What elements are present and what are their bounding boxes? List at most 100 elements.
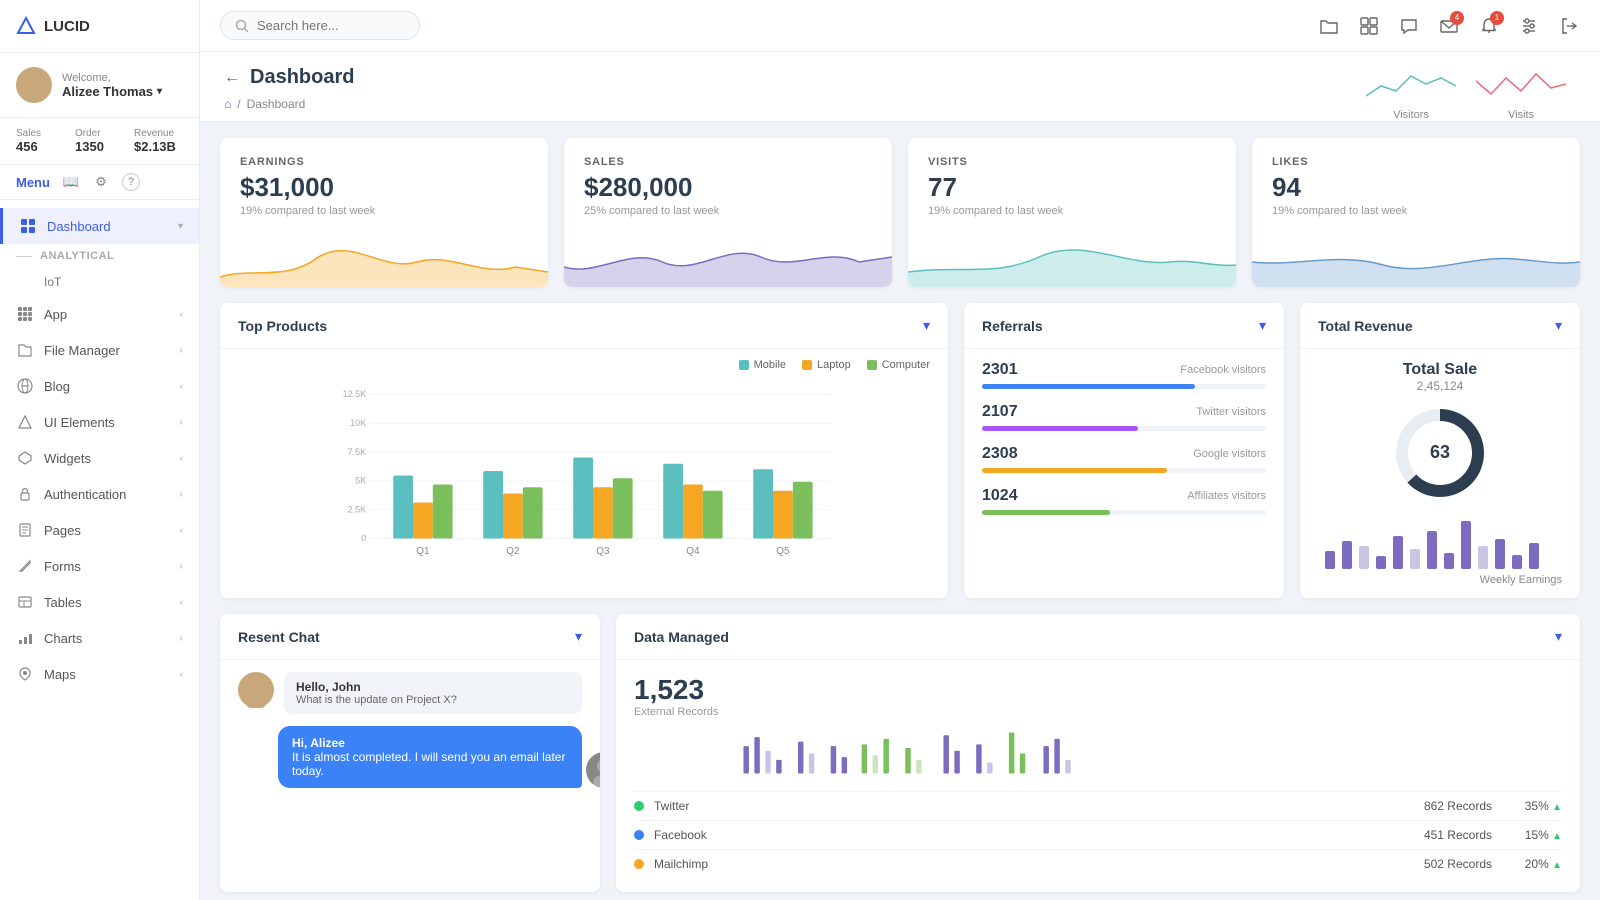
bar-chart-svg: 12.5K 10K 7.5K 5K 2.5K 0 <box>238 381 930 561</box>
chat-outgoing-bubble: Hi, Alizee It is almost completed. I wil… <box>278 726 582 788</box>
dm-count: 1,523 <box>634 674 1562 706</box>
search-box[interactable] <box>220 11 420 40</box>
referrals-header: Referrals ▾ <box>964 303 1284 349</box>
data-managed-dropdown[interactable]: ▾ <box>1555 628 1562 645</box>
referral-list: 2301 Facebook visitors 2107 Twitter visi… <box>964 349 1284 527</box>
search-input[interactable] <box>257 18 397 33</box>
user-section: Welcome, Alizee Thomas ▾ <box>0 53 199 118</box>
kpi-earnings-value: $31,000 <box>240 172 528 203</box>
bell-icon[interactable]: 1 <box>1478 15 1500 37</box>
logo: LUCID <box>0 0 199 53</box>
sidebar-item-app[interactable]: App ‹ <box>0 296 199 332</box>
total-revenue-dropdown[interactable]: ▾ <box>1555 317 1562 334</box>
dm-dot-facebook <box>634 830 644 840</box>
nav-section-analytical: Analytical <box>0 244 199 268</box>
sidebar-item-file-manager[interactable]: File Manager ‹ <box>0 332 199 368</box>
svg-text:Q5: Q5 <box>776 546 790 557</box>
sidebar-item-ui-elements[interactable]: UI Elements ‹ <box>0 404 199 440</box>
data-managed-card: Data Managed ▾ 1,523 External Records <box>616 614 1580 892</box>
chat-outgoing-section: Hi, Alizee It is almost completed. I wil… <box>220 726 600 792</box>
kpi-likes-value: 94 <box>1272 172 1560 203</box>
kpi-sales-value: $280,000 <box>584 172 872 203</box>
back-button[interactable]: ← <box>224 69 240 87</box>
chat-icon[interactable] <box>1398 15 1420 37</box>
sidebar-nav: Dashboard ▾ Analytical IoT App ‹ <box>0 200 199 900</box>
data-managed-header: Data Managed ▾ <box>616 614 1580 660</box>
folder-icon[interactable] <box>1318 15 1340 37</box>
total-revenue-header: Total Revenue ▾ <box>1300 303 1580 349</box>
svg-text:10K: 10K <box>350 418 366 428</box>
pages-icon <box>16 521 34 539</box>
data-managed-title: Data Managed <box>634 629 729 645</box>
settings-icon[interactable]: ⚙ <box>92 173 110 191</box>
svg-text:Q2: Q2 <box>506 546 519 557</box>
help-icon[interactable]: ? <box>122 173 140 191</box>
dm-row-mailchimp: Mailchimp 502 Records 20% ▲ <box>634 849 1562 878</box>
menu-tab[interactable]: Menu <box>16 175 50 190</box>
dm-row-facebook: Facebook 451 Records 15% ▲ <box>634 820 1562 849</box>
sidebar-item-blog[interactable]: Blog ‹ <box>0 368 199 404</box>
referrals-card: Referrals ▾ 2301 Facebook visitors <box>964 303 1284 598</box>
stat-sales: Sales 456 <box>16 128 65 154</box>
total-revenue-title: Total Revenue <box>1318 318 1413 334</box>
sidebar-item-pages[interactable]: Pages ‹ <box>0 512 199 548</box>
dm-dot-mailchimp <box>634 859 644 869</box>
sidebar: LUCID Welcome, Alizee Thomas ▾ Sales 456… <box>0 0 200 900</box>
donut-chart: 63 <box>1318 403 1562 503</box>
svg-text:7.5K: 7.5K <box>348 447 367 457</box>
sidebar-item-tables[interactable]: Tables ‹ <box>0 584 199 620</box>
legend-computer: Computer <box>867 359 930 371</box>
sidebar-item-dashboard[interactable]: Dashboard ▾ <box>0 208 199 244</box>
logout-icon[interactable] <box>1558 15 1580 37</box>
sidebar-item-maps[interactable]: Maps ‹ <box>0 656 199 692</box>
row3: Resent Chat ▾ Hello, John What is the up… <box>220 614 1580 892</box>
chat-incoming-avatar <box>238 672 274 708</box>
kpi-earnings-sub: 19% compared to last week <box>240 205 528 217</box>
kpi-visits: VISITS 77 19% compared to last week <box>908 138 1236 287</box>
sidebar-menu-tabs: Menu 📖 ⚙ ? <box>0 165 199 200</box>
dm-label: External Records <box>634 706 1562 718</box>
stats-row: Sales 456 Order 1350 Revenue $2.13B <box>0 118 199 165</box>
top-products-title: Top Products <box>238 318 327 334</box>
search-icon <box>235 19 249 33</box>
kpi-sales-chart <box>564 227 892 287</box>
bar-legend: Mobile Laptop Computer <box>238 359 930 371</box>
logo-icon <box>16 16 36 36</box>
dashboard-icon <box>19 217 37 235</box>
weekly-earnings-label: Weekly Earnings <box>1318 574 1562 586</box>
user-welcome: Welcome, <box>62 72 162 84</box>
kpi-likes: LIKES 94 19% compared to last week <box>1252 138 1580 287</box>
email-icon[interactable]: 4 <box>1438 15 1460 37</box>
referral-facebook: 2301 Facebook visitors <box>982 361 1266 389</box>
weekly-earnings-chart <box>1318 511 1562 571</box>
referral-twitter: 2107 Twitter visitors <box>982 403 1266 431</box>
top-products-dropdown[interactable]: ▾ <box>923 317 930 334</box>
svg-text:5K: 5K <box>355 476 366 486</box>
forms-icon <box>16 557 34 575</box>
svg-text:Q1: Q1 <box>416 546 430 557</box>
sidebar-item-authentication[interactable]: Authentication ‹ <box>0 476 199 512</box>
topbar: 4 1 <box>200 0 1600 52</box>
grid-icon[interactable] <box>1358 15 1380 37</box>
sidebar-item-charts[interactable]: Charts ‹ <box>0 620 199 656</box>
dm-row-twitter: Twitter 862 Records 35% ▲ <box>634 791 1562 820</box>
recent-chat-dropdown[interactable]: ▾ <box>575 628 582 645</box>
charts-icon <box>16 629 34 647</box>
sidebar-item-iot[interactable]: IoT <box>0 268 199 296</box>
referral-affiliates: 1024 Affiliates visitors <box>982 487 1266 515</box>
kpi-visits-label: VISITS <box>928 156 1216 168</box>
referrals-dropdown[interactable]: ▾ <box>1259 317 1266 334</box>
breadcrumb-sep: / <box>237 97 240 111</box>
sidebar-item-widgets[interactable]: Widgets ‹ <box>0 440 199 476</box>
stat-order: Order 1350 <box>75 128 124 154</box>
sidebar-item-dashboard-label: Dashboard <box>47 219 111 234</box>
breadcrumb-home-icon[interactable]: ⌂ <box>224 97 231 111</box>
chat-list: Hello, John What is the update on Projec… <box>220 660 600 726</box>
sidebar-item-forms[interactable]: Forms ‹ <box>0 548 199 584</box>
dm-dot-twitter <box>634 801 644 811</box>
user-name: Alizee Thomas ▾ <box>62 84 162 99</box>
book-icon[interactable]: 📖 <box>62 173 80 191</box>
legend-laptop: Laptop <box>802 359 851 371</box>
kpi-visits-value: 77 <box>928 172 1216 203</box>
sliders-icon[interactable] <box>1518 15 1540 37</box>
